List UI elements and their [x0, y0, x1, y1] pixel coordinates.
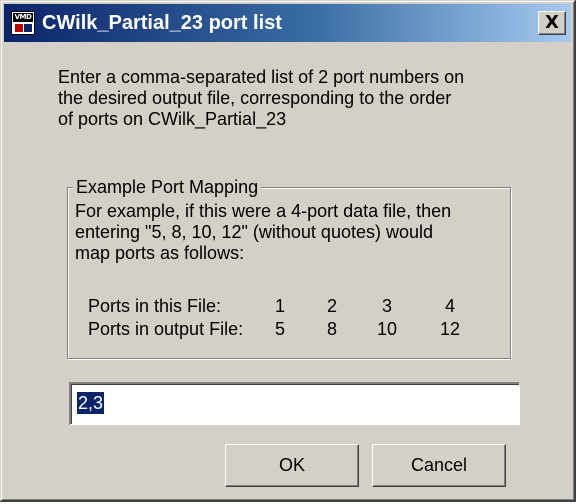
cancel-button[interactable]: Cancel — [372, 444, 506, 487]
group-legend: Example Port Mapping — [73, 177, 262, 198]
prompt-line-3: of ports on CWilk_Partial_23 — [58, 109, 287, 129]
mapping-cell: 5 — [274, 319, 285, 339]
dialog-window: VMD CWilk_Partial_23 port list X Enter a… — [0, 0, 576, 502]
app-icon[interactable]: VMD — [11, 11, 35, 35]
mapping-cell: 8 — [326, 319, 337, 339]
group-description: For example, if this were a 4-port data … — [75, 201, 505, 264]
mapping-cell: 2 — [326, 296, 337, 316]
group-line-3: map ports as follows: — [75, 243, 245, 263]
mapping-cell: 12 — [439, 319, 461, 339]
close-button[interactable]: X — [538, 11, 566, 35]
prompt-text: Enter a comma-separated list of 2 port n… — [58, 67, 538, 130]
window-title: CWilk_Partial_23 port list — [42, 12, 282, 34]
mapping-cell: 10 — [376, 319, 398, 339]
mapping-row-label: Ports in output File: — [88, 319, 244, 339]
prompt-line-2: the desired output file, corresponding t… — [58, 88, 452, 108]
ok-button[interactable]: OK — [225, 444, 359, 487]
title-bar[interactable]: VMD CWilk_Partial_23 port list X — [4, 4, 571, 42]
app-icon-red-block — [15, 24, 23, 32]
app-icon-band: VMD — [13, 13, 33, 22]
group-line-1: For example, if this were a 4-port data … — [75, 201, 452, 221]
app-icon-blue-block — [24, 24, 32, 32]
port-list-input[interactable] — [69, 382, 520, 425]
mapping-cell: 3 — [381, 296, 392, 316]
port-list-input-value[interactable]: 2,3 — [77, 392, 105, 414]
mapping-row-label: Ports in this File: — [88, 296, 222, 316]
example-port-mapping-group: Example Port Mapping For example, if thi… — [67, 177, 511, 359]
prompt-line-1: Enter a comma-separated list of 2 port n… — [58, 67, 465, 87]
mapping-cell: 4 — [444, 296, 455, 316]
mapping-cell: 1 — [274, 296, 285, 316]
group-line-2: entering "5, 8, 10, 12" (without quotes)… — [75, 222, 433, 242]
